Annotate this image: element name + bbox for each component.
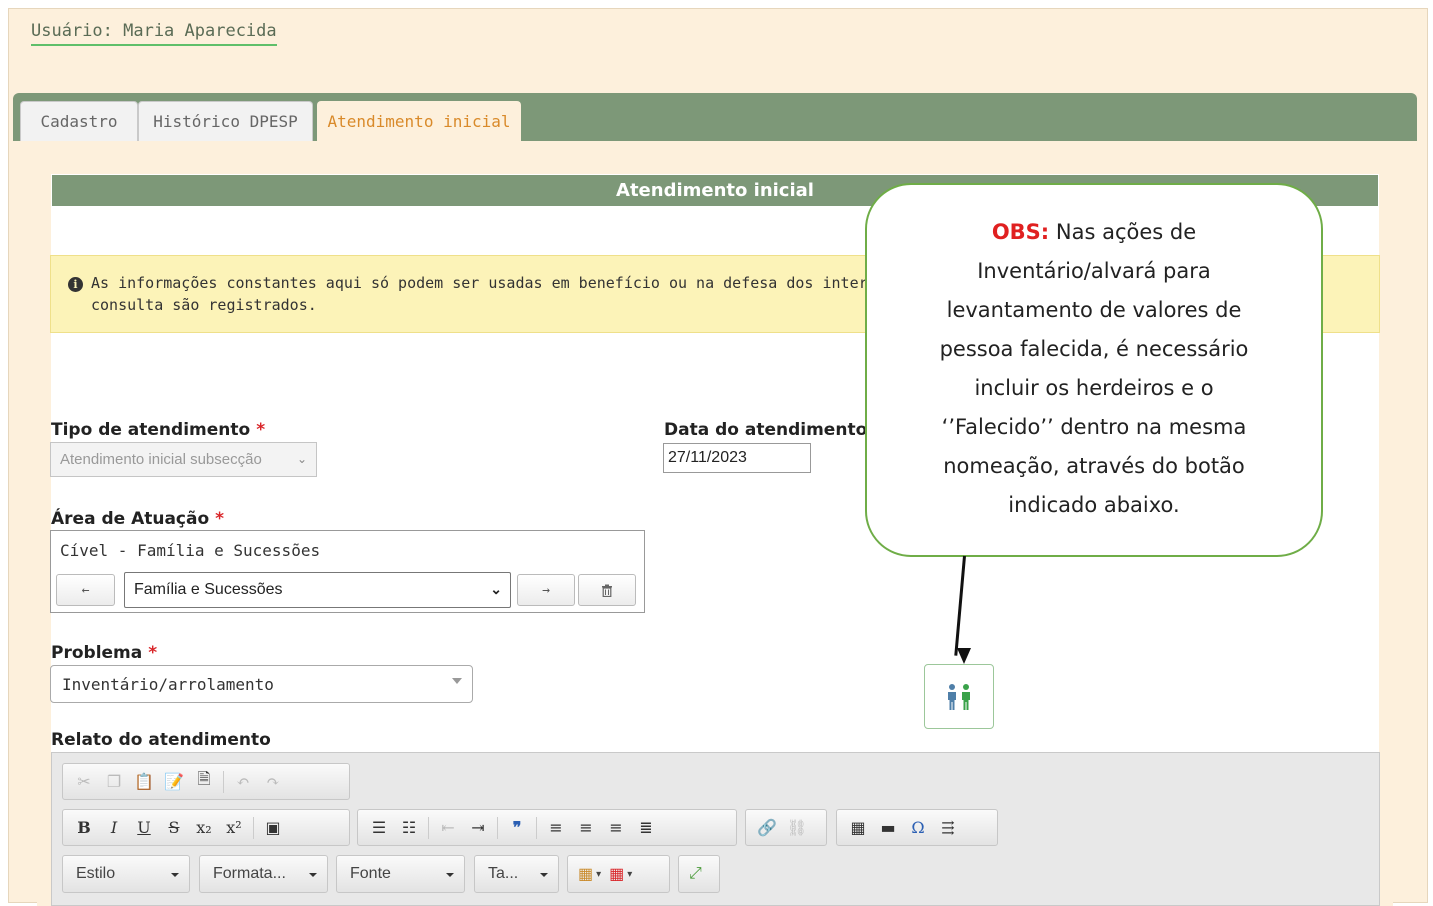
text-color-icon: ▦ bbox=[578, 866, 594, 883]
paste-word-icon[interactable]: 🗎 bbox=[191, 769, 217, 795]
superscript-icon[interactable]: x² bbox=[221, 815, 247, 841]
toolbar-separator bbox=[223, 770, 224, 793]
tab-historico-dpesp[interactable]: Histórico DPESP bbox=[138, 101, 313, 141]
undo-icon[interactable]: ↶ bbox=[230, 769, 256, 795]
tipo-atendimento-value: Atendimento inicial subsecção bbox=[60, 451, 262, 468]
area-selected-value: Cível - Família e Sucessões bbox=[60, 541, 321, 560]
image-icon[interactable]: ▣ bbox=[260, 815, 286, 841]
copy-icon[interactable]: ❐ bbox=[101, 769, 127, 795]
toolbar-separator bbox=[428, 816, 429, 839]
unlink-icon[interactable]: ⛓ bbox=[784, 815, 810, 841]
tipo-atendimento-label: Tipo de atendimento * bbox=[51, 420, 266, 440]
tab-atendimento-inicial[interactable]: Atendimento inicial bbox=[317, 101, 521, 141]
info-icon: i bbox=[68, 277, 83, 292]
align-justify-icon[interactable]: ≣ bbox=[633, 815, 659, 841]
area-atuacao-box: Cível - Família e Sucessões ← Família e … bbox=[50, 530, 645, 613]
font-combo[interactable]: Fonte bbox=[336, 855, 465, 893]
align-center-icon[interactable]: ≡ bbox=[573, 815, 599, 841]
obs-callout: OBS: Nas ações de Inventário/alvará para… bbox=[865, 183, 1323, 557]
blockquote-icon[interactable]: ❞ bbox=[504, 815, 530, 841]
caret-down-icon bbox=[309, 873, 317, 877]
arrow-right-icon: → bbox=[542, 582, 550, 598]
caret-down-icon bbox=[452, 678, 462, 684]
color-table-combo[interactable]: ▦ ▾ ▦ ▾ bbox=[567, 855, 670, 893]
style-combo[interactable]: Estilo bbox=[62, 855, 190, 893]
maximize-icon: ⤢ bbox=[689, 865, 702, 882]
table-insert-icon: ▦ bbox=[609, 866, 625, 883]
tipo-atendimento-select[interactable]: Atendimento inicial subsecção ⌄ bbox=[50, 442, 317, 477]
paste-text-icon[interactable]: 📝 bbox=[161, 769, 187, 795]
align-left-icon[interactable]: ≡ bbox=[543, 815, 569, 841]
chevron-down-icon: ⌄ bbox=[490, 581, 502, 597]
area-select-value: Família e Sucessões bbox=[134, 581, 283, 598]
special-char-icon[interactable]: Ω bbox=[905, 815, 931, 841]
indent-icon[interactable]: ⇥ bbox=[465, 815, 491, 841]
area-back-button[interactable]: ← bbox=[56, 574, 115, 606]
data-atendimento-field[interactable]: 27/11/2023 bbox=[663, 443, 811, 473]
page-break-icon[interactable]: ⇶ bbox=[935, 815, 961, 841]
problema-label: Problema * bbox=[51, 643, 158, 663]
toolbar-insert-group: ▦ ▬ Ω ⇶ bbox=[836, 809, 998, 846]
toolbar-separator bbox=[253, 816, 254, 839]
caret-down-icon bbox=[171, 873, 179, 877]
format-combo[interactable]: Formata... bbox=[199, 855, 328, 893]
underline-icon[interactable]: U bbox=[131, 815, 157, 841]
arrow-down-icon bbox=[957, 648, 971, 664]
trash-icon bbox=[602, 584, 612, 597]
cut-icon[interactable]: ✂ bbox=[71, 769, 97, 795]
toolbar-clipboard-group: ✂ ❐ 📋 📝 🗎 ↶ ↷ bbox=[62, 763, 350, 800]
strikethrough-icon[interactable]: S bbox=[161, 815, 187, 841]
area-atuacao-label: Área de Atuação * bbox=[51, 509, 225, 529]
required-mark: * bbox=[215, 509, 225, 529]
user-label: Usuário: Maria Aparecida bbox=[31, 21, 277, 46]
align-right-icon[interactable]: ≡ bbox=[603, 815, 629, 841]
numbered-list-icon[interactable]: ☰ bbox=[366, 815, 392, 841]
subscript-icon[interactable]: x₂ bbox=[191, 815, 217, 841]
toolbar-separator bbox=[497, 816, 498, 839]
problema-select[interactable]: Inventário/arrolamento bbox=[50, 665, 473, 703]
maximize-button[interactable]: ⤢ bbox=[678, 855, 720, 893]
outdent-icon[interactable]: ⇤ bbox=[435, 815, 461, 841]
font-combo-label: Fonte bbox=[350, 865, 391, 882]
paste-icon[interactable]: 📋 bbox=[131, 769, 157, 795]
caret-down-icon bbox=[540, 873, 548, 877]
arrow-left-icon: ← bbox=[81, 582, 90, 598]
caret-down-icon bbox=[446, 873, 454, 877]
obs-text: Nas ações de Inventário/alvará para leva… bbox=[939, 220, 1249, 517]
redo-icon[interactable]: ↷ bbox=[260, 769, 286, 795]
horizontal-line-icon[interactable]: ▬ bbox=[875, 815, 901, 841]
italic-icon[interactable]: I bbox=[101, 815, 127, 841]
obs-label: OBS: bbox=[991, 220, 1050, 244]
required-mark: * bbox=[256, 420, 266, 440]
style-combo-label: Estilo bbox=[76, 865, 116, 882]
toolbar-link-group: 🔗 ⛓ bbox=[745, 809, 827, 846]
area-delete-button[interactable] bbox=[578, 574, 636, 606]
size-combo[interactable]: Ta... bbox=[474, 855, 559, 893]
toolbar-format-group: B I U S x₂ x² ▣ bbox=[62, 809, 350, 846]
bulleted-list-icon[interactable]: ☷ bbox=[396, 815, 422, 841]
size-combo-label: Ta... bbox=[488, 865, 519, 882]
format-combo-label: Formata... bbox=[213, 865, 286, 882]
link-icon[interactable]: 🔗 bbox=[754, 815, 780, 841]
add-heirs-button[interactable] bbox=[924, 664, 994, 729]
required-mark: * bbox=[148, 643, 158, 663]
problema-value: Inventário/arrolamento bbox=[62, 674, 274, 694]
table-icon[interactable]: ▦ bbox=[845, 815, 871, 841]
tab-cadastro[interactable]: Cadastro bbox=[20, 101, 138, 141]
relato-label: Relato do atendimento bbox=[51, 730, 271, 750]
data-atendimento-label: Data do atendimento bbox=[664, 420, 868, 440]
area-forward-button[interactable]: → bbox=[517, 574, 575, 606]
area-atuacao-select[interactable]: Família e Sucessões ⌄ bbox=[124, 572, 511, 608]
people-icon bbox=[948, 683, 970, 710]
chevron-down-icon: ⌄ bbox=[296, 452, 307, 466]
toolbar-paragraph-group: ☰ ☷ ⇤ ⇥ ❞ ≡ ≡ ≡ ≣ bbox=[357, 809, 737, 846]
tab-bar: Cadastro Histórico DPESP Atendimento ini… bbox=[13, 93, 1417, 141]
bold-icon[interactable]: B bbox=[71, 815, 97, 841]
toolbar-separator bbox=[536, 816, 537, 839]
